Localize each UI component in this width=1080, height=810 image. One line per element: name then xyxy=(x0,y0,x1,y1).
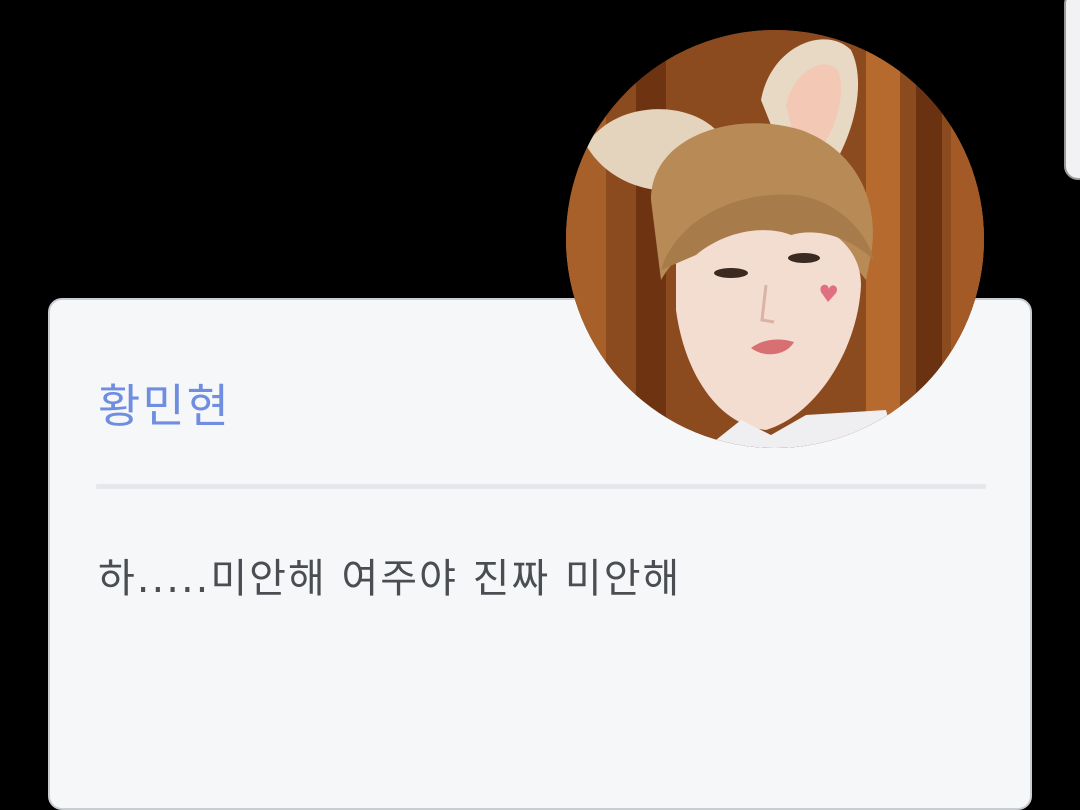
avatar xyxy=(566,30,984,448)
avatar-image xyxy=(566,30,984,448)
divider xyxy=(96,484,986,489)
chat-screen: 황민현 하.....미안해 여주야 진짜 미안해 xyxy=(0,0,1080,810)
character-name: 황민현 xyxy=(98,379,231,433)
dialogue-text: 하.....미안해 여주야 진짜 미안해 xyxy=(98,556,682,602)
scrollbar-thumb[interactable] xyxy=(1064,0,1080,180)
